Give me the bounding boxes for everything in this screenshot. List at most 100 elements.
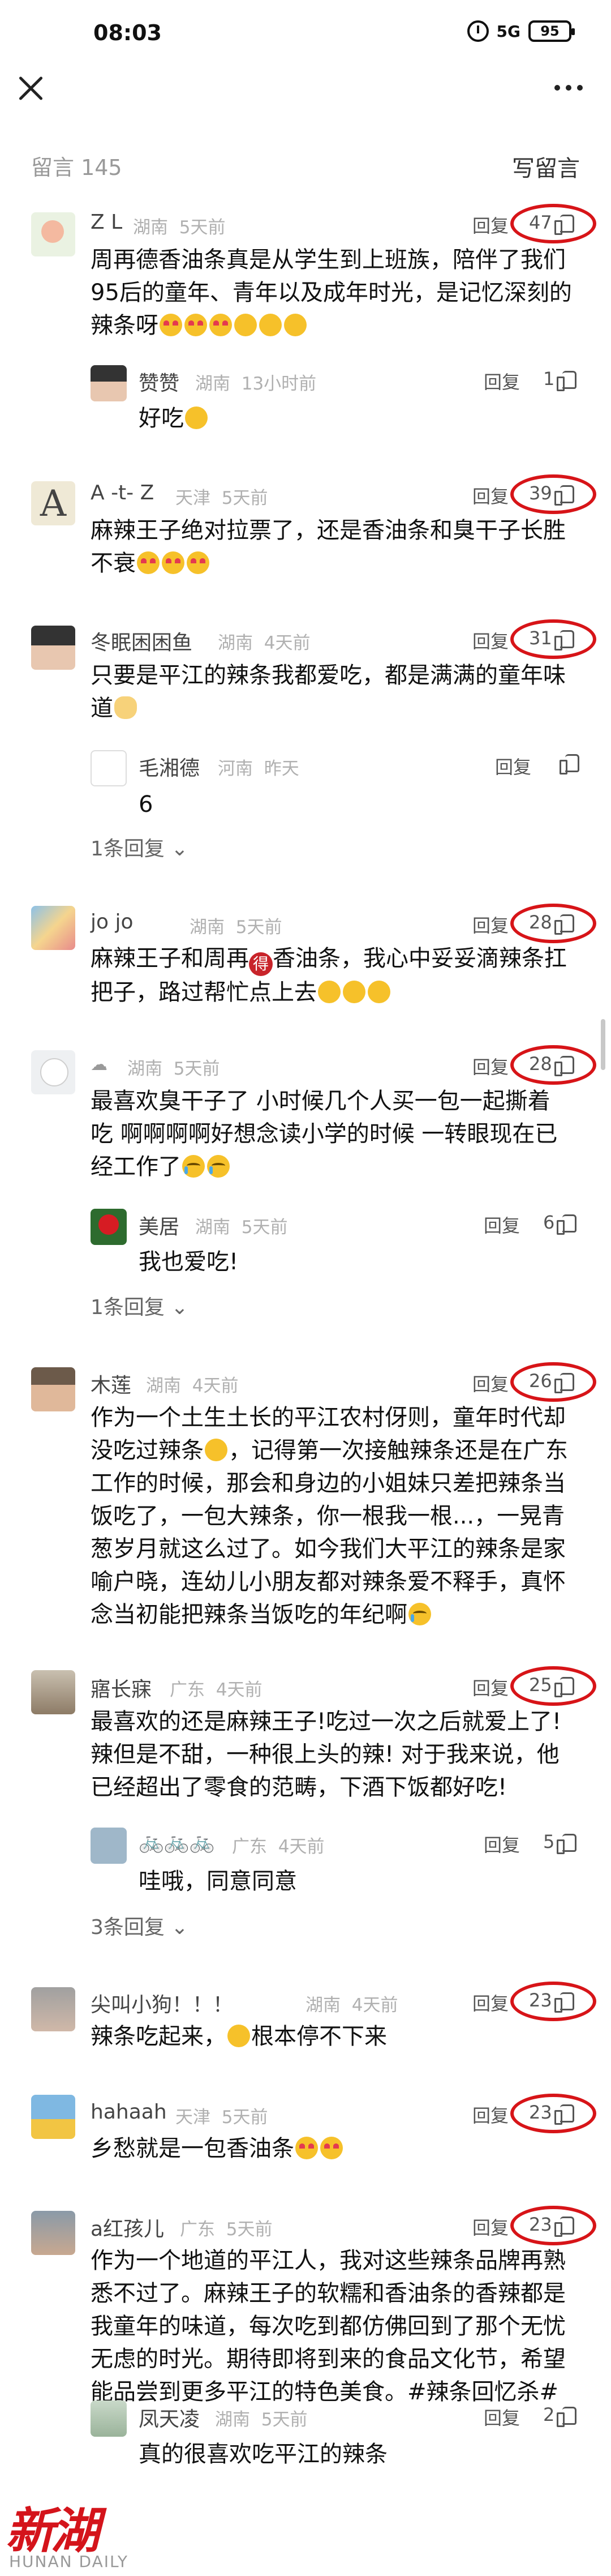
like-button[interactable]: 2 (543, 2404, 577, 2427)
heart-eyes-emoji-icon (295, 2137, 318, 2159)
heart-eyes-emoji-icon (320, 2137, 343, 2159)
avatar[interactable] (31, 1367, 75, 1411)
reply-text: 真的很喜欢吃平江的辣条 (139, 2441, 388, 2467)
scrollbar[interactable] (601, 1019, 605, 1070)
comment-username[interactable]: Z L (91, 211, 122, 234)
comment-text: 辣条吃起来， 根本停不下来 (91, 2023, 387, 2049)
comment-time: 5天前 (226, 2219, 273, 2240)
drooling-emoji-icon (205, 1439, 227, 1461)
comment-username[interactable]: 木莲 (91, 1369, 131, 1398)
battery-icon: 95 (528, 20, 575, 42)
reply-button[interactable]: 回复 (484, 1831, 520, 1857)
avatar[interactable] (31, 212, 75, 256)
reply-time: 昨天 (264, 759, 299, 779)
reply-button[interactable]: 回复 (472, 1370, 509, 1396)
reply-username[interactable]: 🚲🚲🚲 (139, 1830, 214, 1854)
comment-username[interactable]: A -t- Z (91, 481, 154, 504)
comment-username[interactable]: hahaah (91, 2100, 167, 2124)
crying-emoji-icon (207, 1155, 230, 1178)
comment-username[interactable]: 尖叫小狗！！！ (91, 1988, 233, 2018)
avatar[interactable]: A (31, 481, 75, 525)
comment-time: 5天前 (173, 1059, 220, 1079)
avatar[interactable] (31, 1987, 75, 2031)
view-more-replies[interactable]: 3条回复 ⌄ (91, 1911, 188, 1940)
reply-button[interactable]: 回复 (484, 2404, 520, 2430)
reply-button[interactable]: 回复 (484, 368, 520, 394)
avatar[interactable] (91, 1828, 127, 1864)
close-icon[interactable] (17, 74, 45, 102)
avatar[interactable] (31, 2211, 75, 2255)
reply-button[interactable]: 回复 (484, 1212, 520, 1238)
heart-eyes-emoji-icon (187, 551, 209, 574)
avatar[interactable] (91, 2400, 127, 2437)
comment-count: 留言 145 (31, 155, 122, 180)
avatar[interactable] (91, 365, 127, 401)
reply-username[interactable]: 赞赞 (139, 367, 179, 396)
avatar[interactable] (91, 1209, 127, 1245)
comment-location: 广东 (170, 1680, 205, 1700)
reply-username[interactable]: 毛湘德 (139, 752, 200, 781)
reply-time: 4天前 (278, 1837, 325, 1857)
comment-username[interactable]: 寤长寐 (91, 1673, 152, 1702)
comment-time: 4天前 (192, 1376, 239, 1396)
comment-text: 最喜欢的还是麻辣王子!吃过一次之后就爱上了! 辣但是不甜，一种很上头的辣! 对于… (91, 1709, 562, 1800)
reply-username[interactable]: 凤天凌 (139, 2403, 200, 2432)
reply-username[interactable]: 美居 (139, 1210, 179, 1240)
like-count: 1 (543, 368, 555, 390)
reply-button[interactable]: 回复 (472, 2102, 509, 2128)
more-icon[interactable] (554, 85, 583, 91)
thumbs-up-icon (557, 1213, 577, 1235)
reply-button[interactable]: 回复 (472, 912, 509, 938)
comment-location: 湖南 (133, 217, 168, 238)
alarm-icon (467, 20, 489, 42)
chevron-down-icon: ⌄ (171, 1296, 188, 1319)
thumbs-up-icon (557, 370, 577, 391)
like-button[interactable]: 1 (543, 368, 577, 391)
reply-button[interactable]: 回复 (472, 1674, 509, 1700)
avatar[interactable] (31, 1670, 75, 1714)
like-count: 5 (543, 1831, 555, 1852)
comment-time: 5天前 (179, 217, 226, 238)
thumbs-up-icon (557, 2406, 577, 2427)
like-count: 6 (543, 1212, 555, 1233)
comment-location: 湖南 (190, 917, 225, 938)
reply-button[interactable]: 回复 (472, 2214, 509, 2240)
like-button[interactable] (557, 753, 580, 774)
reply-button[interactable]: 回复 (472, 627, 509, 653)
comment-time: 4天前 (351, 1995, 398, 2016)
avatar[interactable] (31, 626, 75, 670)
avatar[interactable] (31, 1050, 75, 1094)
comment-text: 作为一个地道的平江人，我对这些辣条品牌再熟 悉不过了。麻辣王子的软糯和香油条的香… (91, 2248, 566, 2405)
like-button[interactable]: 6 (543, 1212, 577, 1235)
comment-location: 广东 (180, 2219, 215, 2240)
avatar[interactable] (31, 2095, 75, 2139)
thumbs-up-icon (560, 753, 580, 774)
reply-location: 河南 (218, 759, 253, 779)
like-button[interactable]: 5 (543, 1831, 577, 1854)
reply-text: 哇哦，同意同意 (139, 1868, 297, 1894)
reply-button[interactable]: 回复 (472, 1989, 509, 2016)
comment-username[interactable]: jo jo (91, 910, 134, 934)
reply-location: 湖南 (215, 2410, 250, 2430)
comment-text: 麻辣王子和周再得香油条，我心中妥妥滴辣条扛 把子，路过帮忙点上去 (91, 945, 567, 1005)
wink-emoji-icon (368, 981, 390, 1003)
comment-time: 4天前 (264, 633, 311, 653)
comment-username[interactable]: 冬眠困困鱼 (91, 626, 192, 656)
write-comment-button[interactable]: 写留言 (512, 150, 580, 183)
comment-username[interactable]: ☁ (91, 1052, 107, 1075)
reply-button[interactable]: 回复 (472, 212, 509, 238)
reply-button[interactable]: 回复 (495, 753, 531, 779)
avatar[interactable] (91, 750, 127, 786)
signal-icon: 5G (496, 22, 520, 41)
comment-username[interactable]: a红孩儿 (91, 2213, 164, 2242)
yum-emoji-icon (185, 406, 208, 429)
reply-button[interactable]: 回复 (472, 1053, 509, 1079)
comment-time: 4天前 (216, 1680, 263, 1700)
view-more-replies[interactable]: 1条回复 ⌄ (91, 1291, 188, 1320)
reply-button[interactable]: 回复 (472, 482, 509, 508)
comment-location: 天津 (175, 2107, 210, 2128)
view-more-replies[interactable]: 1条回复 ⌄ (91, 832, 188, 862)
highlight-circle (510, 2094, 596, 2133)
avatar[interactable] (31, 906, 75, 950)
comment-time: 5天前 (221, 2107, 268, 2128)
